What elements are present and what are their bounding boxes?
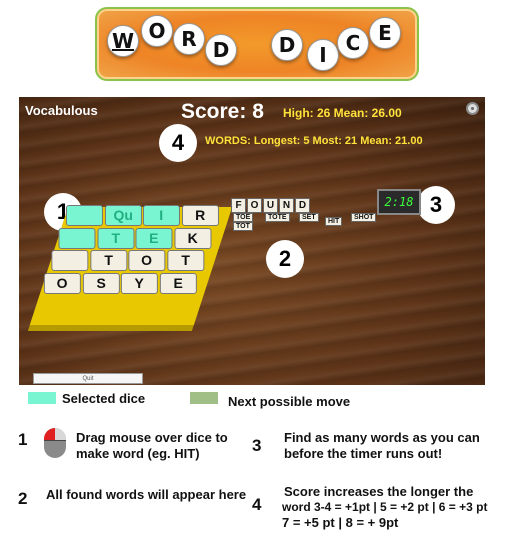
- found-letter: F: [231, 198, 246, 213]
- next-move-swatch: [190, 392, 218, 404]
- found-letter: O: [247, 198, 262, 213]
- marker-2: 2: [266, 240, 304, 278]
- banner-tile: O: [141, 15, 173, 47]
- timer-display: 2:18: [377, 189, 421, 215]
- die[interactable]: O: [44, 272, 81, 293]
- marker-4: 4: [159, 124, 197, 162]
- high-mean-stats: High: 26 Mean: 26.00: [283, 106, 402, 120]
- found-word: HIT: [325, 217, 343, 226]
- found-letter: N: [279, 198, 294, 213]
- settings-gear-icon[interactable]: [466, 102, 479, 115]
- help-text-4c: 7 = +5 pt | 8 = + 9pt: [282, 515, 399, 530]
- help-number-1: 1: [18, 430, 28, 449]
- die[interactable]: T: [97, 227, 134, 248]
- die[interactable]: E: [159, 272, 197, 293]
- dice-grid[interactable]: Qu I R T E K T O T O S Y E: [41, 205, 222, 293]
- banner-tile: I: [307, 39, 339, 71]
- help-text-4b: word 3-4 = +1pt | 5 = +2 pt | 6 = +3 pt: [282, 500, 488, 514]
- marker-3: 3: [417, 186, 455, 224]
- help-number-3: 3: [252, 436, 262, 455]
- help-number-2: 2: [18, 489, 28, 508]
- die[interactable]: Y: [121, 272, 158, 293]
- help-text-4a: Score increases the longer the: [284, 484, 474, 499]
- die[interactable]: Qu: [104, 205, 141, 226]
- next-move-label: Next possible move: [228, 394, 351, 409]
- game-screen: Vocabulous Score: 8 High: 26 Mean: 26.00…: [19, 97, 485, 385]
- die[interactable]: [58, 227, 96, 248]
- die[interactable]: R: [181, 205, 218, 226]
- die[interactable]: S: [82, 272, 120, 293]
- banner-tile: D: [205, 34, 237, 66]
- found-letter: U: [263, 198, 278, 213]
- selected-dice-swatch: [28, 392, 56, 404]
- die[interactable]: K: [174, 227, 211, 248]
- die[interactable]: T: [166, 250, 204, 271]
- found-letter: D: [295, 198, 310, 213]
- help-number-4: 4: [252, 495, 262, 514]
- die[interactable]: E: [135, 227, 173, 248]
- banner-tile: E: [369, 17, 401, 49]
- help-text-3: Find as many words as you can before the…: [284, 430, 480, 461]
- banner-tile: D: [271, 29, 303, 61]
- quit-button[interactable]: Quit: [33, 373, 143, 384]
- found-word: TOE: [233, 213, 254, 222]
- score-display: Score: 8: [181, 100, 264, 123]
- help-text-1: Drag mouse over dice to make word (eg. H…: [76, 430, 228, 461]
- die[interactable]: [51, 250, 88, 271]
- title-banner: W O R D D I C E: [95, 7, 419, 81]
- die[interactable]: [65, 205, 103, 226]
- selected-dice-label: Selected dice: [62, 391, 146, 406]
- found-word: SHOT: [351, 213, 377, 222]
- found-words-area: FOUND: [231, 195, 311, 213]
- mouse-icon: [44, 428, 66, 458]
- banner-tile: C: [337, 27, 369, 59]
- banner-tile: W: [107, 25, 139, 57]
- found-word: TOT: [233, 222, 253, 231]
- help-text-2: All found words will appear here: [46, 487, 247, 502]
- found-word: SET: [299, 213, 319, 222]
- app-title: Vocabulous: [25, 103, 98, 118]
- banner-tile: R: [173, 23, 205, 55]
- found-word: TOTE: [265, 213, 290, 222]
- die[interactable]: O: [128, 250, 165, 271]
- die[interactable]: T: [89, 250, 127, 271]
- die[interactable]: I: [142, 205, 180, 226]
- words-stats: WORDS: Longest: 5 Most: 21 Mean: 21.00: [205, 135, 423, 147]
